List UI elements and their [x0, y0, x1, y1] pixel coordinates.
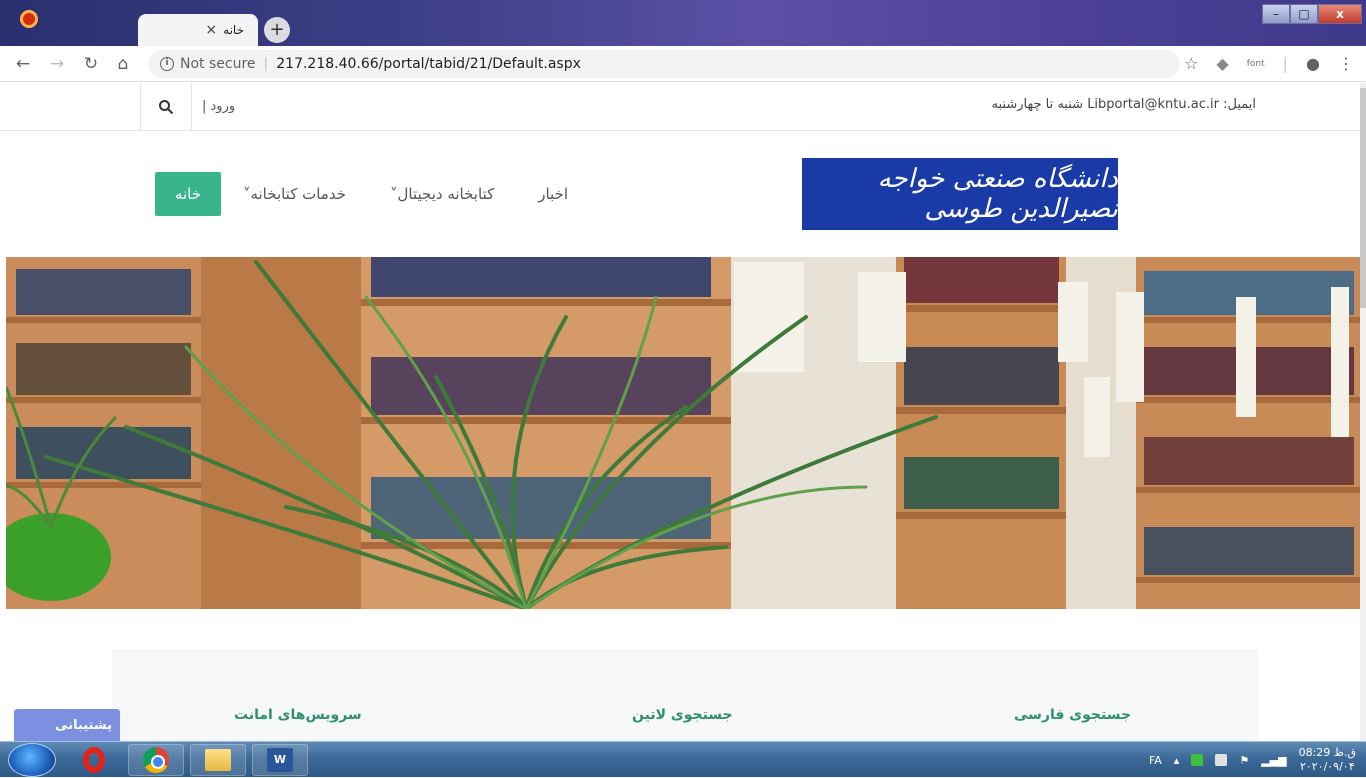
back-arrow-icon[interactable]: ←	[12, 53, 34, 75]
home-icon[interactable]: ⌂	[112, 53, 134, 75]
library-shelves-illustration	[6, 257, 1362, 609]
system-tray: FA ▴ ⚑ ▂▄▆ 08:29 ق.ظ ۲۰۲۰/۰۹/۰۴	[1149, 742, 1356, 778]
menu-dots-icon[interactable]: ⋮	[1338, 54, 1354, 73]
taskbar-explorer[interactable]	[190, 744, 246, 776]
taskbar-opera[interactable]	[66, 744, 122, 776]
bookmark-star-icon[interactable]: ☆	[1184, 54, 1198, 73]
tab-close-icon[interactable]: ×	[205, 22, 217, 38]
language-indicator[interactable]: FA	[1149, 754, 1162, 767]
loan-services-heading[interactable]: سرویس‌های امانت	[234, 707, 362, 723]
page-content: | ورود ایمیل: Libportal@kntu.ac.ir شنبه …	[0, 83, 1366, 741]
main-menu: خانه خدمات کتابخانه˅ کتابخانه دیجیتال˅ ا…	[154, 172, 590, 216]
omnibox-separator: |	[263, 56, 269, 72]
opera-icon	[83, 747, 105, 773]
login-link[interactable]: | ورود	[202, 99, 235, 114]
menu-item-home[interactable]: خانه	[154, 172, 221, 216]
support-button[interactable]: پشتیبانی	[14, 709, 120, 741]
action-center-flag-icon[interactable]: ⚑	[1239, 754, 1249, 767]
site-search-button[interactable]	[140, 83, 192, 131]
folder-icon	[205, 749, 231, 771]
system-clock[interactable]: 08:29 ق.ظ ۲۰۲۰/۰۹/۰۴	[1299, 746, 1356, 774]
hero-banner-image	[6, 257, 1362, 609]
font-extension-label[interactable]: font	[1247, 59, 1265, 69]
scrollbar-thumb[interactable]	[1360, 88, 1366, 308]
toolbar-actions: ☆ ◆ font | ● ⋮	[1184, 54, 1354, 73]
url-text: 217.218.40.66/portal/tabid/21/Default.as…	[276, 56, 581, 72]
menu-item-digital-library[interactable]: کتابخانه دیجیتال˅	[368, 172, 516, 216]
logo-text: دانشگاه صنعتی خواجه نصیرالدین طوسی	[877, 164, 1118, 224]
taskbar-word[interactable]: W	[252, 744, 308, 776]
tray-security-icon[interactable]	[1215, 754, 1228, 766]
browser-tabstrip: × خانه + – □ x	[0, 0, 1366, 46]
network-signal-icon[interactable]: ▂▄▆	[1261, 754, 1286, 767]
menu-item-news[interactable]: اخبار	[516, 172, 590, 216]
taskbar-chrome[interactable]	[128, 744, 184, 776]
contact-info: ایمیل: Libportal@kntu.ac.ir شنبه تا چهار…	[991, 97, 1256, 112]
minimize-button[interactable]: –	[1262, 4, 1290, 24]
tab-title: خانه	[223, 23, 244, 37]
services-section: جستجوی فارسی جستجوی لاتین سرویس‌های امان…	[112, 649, 1258, 741]
clock-date: ۲۰۲۰/۰۹/۰۴	[1299, 760, 1355, 773]
toolbar-separator: |	[1282, 54, 1289, 73]
search-icon	[159, 100, 174, 115]
extension-pin-icon[interactable]: ◆	[1216, 54, 1228, 73]
new-tab-button[interactable]: +	[264, 17, 290, 43]
address-bar[interactable]: i Not secure | 217.218.40.66/portal/tabi…	[148, 50, 1180, 78]
maximize-button[interactable]: □	[1290, 4, 1318, 24]
browser-toolbar: ← → ↻ ⌂ i Not secure | 217.218.40.66/por…	[0, 46, 1366, 82]
browser-tab-home[interactable]: × خانه	[138, 14, 258, 46]
tray-app-icon[interactable]	[1191, 754, 1204, 766]
close-window-button[interactable]: x	[1318, 4, 1362, 24]
persian-search-heading[interactable]: جستجوی فارسی	[1014, 707, 1131, 723]
clock-time: 08:29 ق.ظ	[1298, 746, 1356, 759]
main-navbar: دانشگاه صنعتی خواجه نصیرالدین طوسی خانه …	[0, 131, 1366, 256]
forward-arrow-icon[interactable]: →	[46, 53, 68, 75]
chrome-icon	[143, 747, 169, 773]
page-scrollbar[interactable]	[1360, 83, 1366, 741]
tray-expand-icon[interactable]: ▴	[1174, 754, 1180, 767]
not-secure-label: Not secure	[180, 56, 256, 72]
profile-icon[interactable]: ●	[1306, 54, 1320, 73]
university-logo[interactable]: دانشگاه صنعتی خواجه نصیرالدین طوسی	[802, 158, 1118, 230]
reload-icon[interactable]: ↻	[80, 53, 102, 75]
start-button[interactable]	[8, 743, 56, 777]
opera-browser-icon[interactable]	[20, 10, 38, 28]
info-icon[interactable]: i	[160, 57, 174, 71]
windows-taskbar: W FA ▴ ⚑ ▂▄▆ 08:29 ق.ظ ۲۰۲۰/۰۹/۰۴	[0, 741, 1366, 777]
latin-search-heading[interactable]: جستجوی لاتین	[632, 707, 733, 723]
window-controls: – □ x	[1262, 4, 1362, 24]
menu-item-library-services[interactable]: خدمات کتابخانه˅	[221, 172, 368, 216]
site-topbar: | ورود ایمیل: Libportal@kntu.ac.ir شنبه …	[0, 83, 1366, 131]
word-icon: W	[267, 748, 293, 772]
